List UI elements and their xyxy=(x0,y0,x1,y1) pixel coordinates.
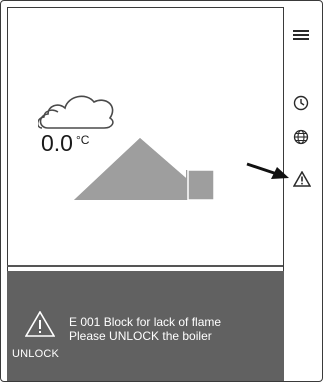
device-frame: 0.0 °C E 001 Block for lack of flame Ple… xyxy=(0,0,323,382)
menu-icon[interactable] xyxy=(293,29,309,41)
alarm-warning-icon xyxy=(25,311,55,337)
alarm-panel: E 001 Block for lack of flame Please UNL… xyxy=(7,271,284,381)
clock-icon[interactable] xyxy=(293,95,309,111)
temperature-value: 0.0 xyxy=(41,130,73,156)
pointer-arrow-icon xyxy=(246,162,289,179)
section-divider xyxy=(7,265,283,267)
unlock-button[interactable]: UNLOCK xyxy=(12,348,59,360)
warning-icon[interactable] xyxy=(293,171,311,187)
globe-icon[interactable] xyxy=(293,129,309,145)
cloud-icon xyxy=(38,95,114,129)
alarm-message: E 001 Block for lack of flame xyxy=(69,315,222,329)
alarm-instruction: Please UNLOCK the boiler xyxy=(69,329,212,343)
